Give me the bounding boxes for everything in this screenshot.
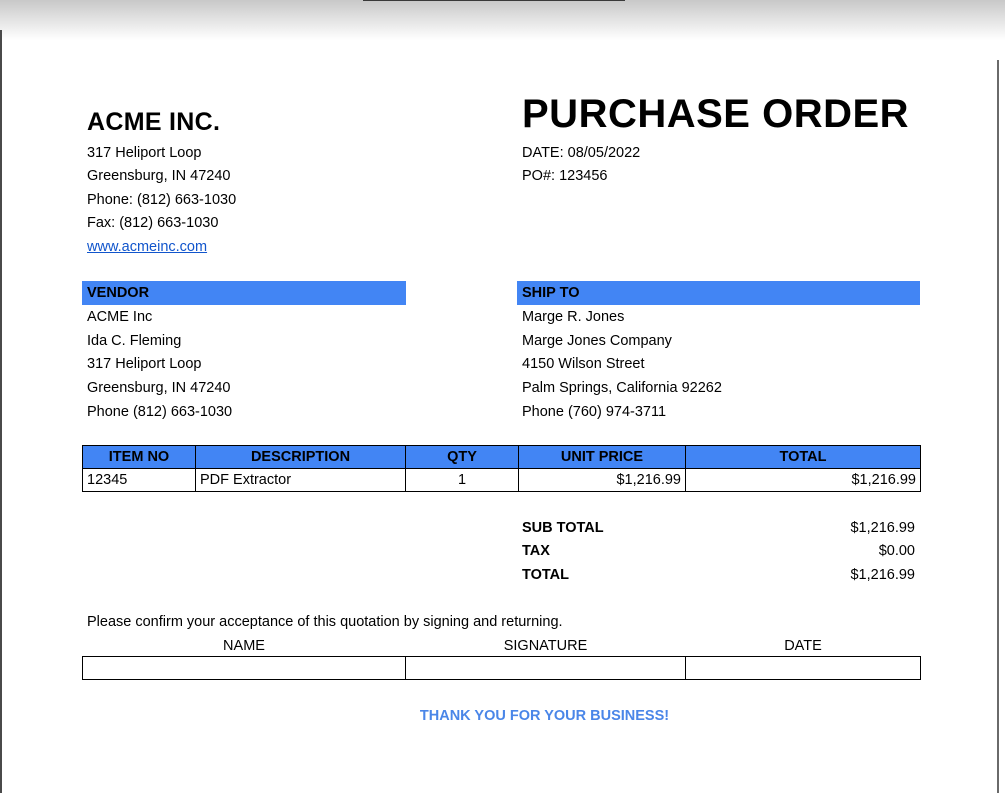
name-column-header: NAME: [223, 638, 265, 654]
ship-to-line: Marge R. Jones: [522, 309, 625, 325]
signature-header-row: NAME SIGNATURE DATE: [83, 636, 921, 657]
item-no-cell: 12345: [82, 468, 196, 492]
viewer-top-shade: [0, 0, 1005, 40]
description-cell: PDF Extractor: [195, 468, 406, 492]
acceptance-prompt: Please confirm your acceptance of this q…: [87, 614, 563, 630]
table-row: 12345 PDF Extractor 1 $1,216.99 $1,216.9…: [82, 468, 921, 492]
signature-column-header: SIGNATURE: [503, 638, 588, 654]
company-name: ACME INC.: [87, 108, 221, 136]
unit-price-cell: $1,216.99: [518, 468, 686, 492]
signature-table: NAME SIGNATURE DATE: [82, 636, 921, 680]
vendor-line: Ida C. Fleming: [87, 333, 182, 349]
qty-cell: 1: [405, 468, 519, 492]
date-column-header: DATE: [784, 638, 822, 654]
document-po-number: PO#: 123456: [522, 168, 608, 184]
name-field[interactable]: [82, 656, 406, 680]
vendor-heading: VENDOR: [82, 281, 406, 305]
company-website-link[interactable]: www.acmeinc.com: [87, 238, 207, 256]
vendor-line: Greensburg, IN 47240: [87, 380, 231, 396]
document-title: PURCHASE ORDER: [522, 92, 910, 136]
column-header-unit-price: UNIT PRICE: [518, 445, 686, 469]
tax-label: TAX: [522, 543, 550, 559]
ship-to-line: Palm Springs, California 92262: [522, 380, 722, 396]
page-edge-right: [997, 60, 999, 793]
company-address-line2: Greensburg, IN 47240: [87, 168, 231, 184]
company-fax: Fax: (812) 663-1030: [87, 215, 219, 231]
ship-to-line: Phone (760) 974-3711: [522, 404, 667, 420]
column-header-description: DESCRIPTION: [195, 445, 406, 469]
grand-total-label: TOTAL: [522, 567, 569, 583]
viewer-toolbar-edge: [363, 0, 625, 1]
subtotal-label: SUB TOTAL: [522, 520, 604, 536]
ship-to-line: Marge Jones Company: [522, 333, 672, 349]
total-cell: $1,216.99: [685, 468, 921, 492]
company-address-line1: 317 Heliport Loop: [87, 145, 202, 161]
tax-value: $0.00: [878, 543, 915, 559]
company-phone: Phone: (812) 663-1030: [87, 192, 237, 208]
signature-field[interactable]: [405, 656, 686, 680]
document-date: DATE: 08/05/2022: [522, 145, 641, 161]
items-table: ITEM NO DESCRIPTION QTY UNIT PRICE TOTAL…: [82, 445, 921, 492]
vendor-line: ACME Inc: [87, 309, 153, 325]
vendor-line: Phone (812) 663-1030: [87, 404, 233, 420]
vendor-line: 317 Heliport Loop: [87, 356, 202, 372]
ship-to-heading: SHIP TO: [517, 281, 920, 305]
grand-total-value: $1,216.99: [850, 567, 915, 583]
column-header-item-no: ITEM NO: [82, 445, 196, 469]
signature-input-row: [82, 656, 921, 680]
column-header-total: TOTAL: [685, 445, 921, 469]
column-header-qty: QTY: [405, 445, 519, 469]
items-header-row: ITEM NO DESCRIPTION QTY UNIT PRICE TOTAL: [82, 445, 921, 469]
date-field[interactable]: [685, 656, 921, 680]
ship-to-line: 4150 Wilson Street: [522, 356, 645, 372]
page-edge-left: [0, 30, 2, 793]
subtotal-value: $1,216.99: [850, 520, 915, 536]
thank-you-message: THANK YOU FOR YOUR BUSINESS!: [419, 708, 670, 724]
